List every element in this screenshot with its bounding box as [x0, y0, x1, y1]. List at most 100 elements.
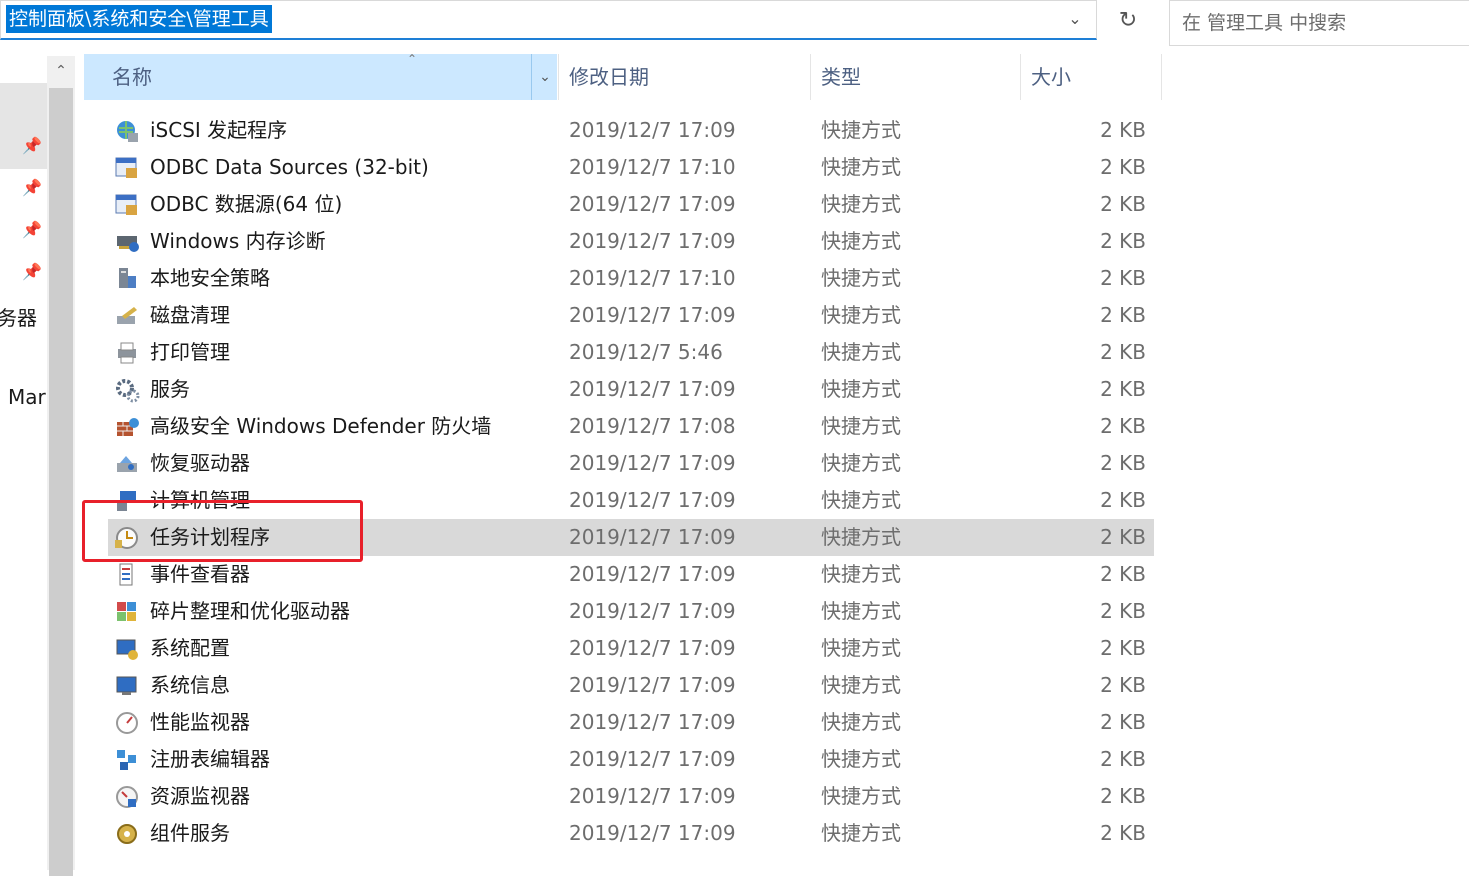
- file-type: 快捷方式: [821, 636, 901, 660]
- file-date: 2019/12/7 17:09: [569, 821, 736, 845]
- file-row[interactable]: 恢复驱动器 2019/12/7 17:09 快捷方式 2 KB: [108, 445, 1154, 482]
- local-security-policy-icon: [114, 266, 140, 292]
- system-config-icon: [114, 636, 140, 662]
- file-date: 2019/12/7 17:09: [569, 525, 736, 549]
- file-row[interactable]: ODBC 数据源(64 位) 2019/12/7 17:09 快捷方式 2 KB: [108, 186, 1154, 223]
- file-name: 计算机管理: [150, 488, 250, 512]
- system-info-icon: [114, 673, 140, 699]
- search-box[interactable]: [1169, 0, 1469, 46]
- file-row[interactable]: 服务 2019/12/7 17:09 快捷方式 2 KB: [108, 371, 1154, 408]
- file-name: 打印管理: [150, 340, 230, 364]
- file-row[interactable]: 注册表编辑器 2019/12/7 17:09 快捷方式 2 KB: [108, 741, 1154, 778]
- file-row[interactable]: 系统配置 2019/12/7 17:09 快捷方式 2 KB: [108, 630, 1154, 667]
- file-type: 快捷方式: [821, 192, 901, 216]
- file-row[interactable]: Windows 内存诊断 2019/12/7 17:09 快捷方式 2 KB: [108, 223, 1154, 260]
- file-size: 2 KB: [1100, 266, 1146, 290]
- file-row[interactable]: 资源监视器 2019/12/7 17:09 快捷方式 2 KB: [108, 778, 1154, 815]
- file-row[interactable]: 碎片整理和优化驱动器 2019/12/7 17:09 快捷方式 2 KB: [108, 593, 1154, 630]
- file-size: 2 KB: [1100, 155, 1146, 179]
- file-row[interactable]: 打印管理 2019/12/7 5:46 快捷方式 2 KB: [108, 334, 1154, 371]
- file-name: 服务: [150, 377, 190, 401]
- file-name: iSCSI 发起程序: [150, 118, 288, 142]
- pin-icon[interactable]: 📌: [22, 262, 42, 282]
- file-row[interactable]: 高级安全 Windows Defender 防火墙 2019/12/7 17:08…: [108, 408, 1154, 445]
- pin-icon[interactable]: 📌: [22, 136, 42, 156]
- address-dropdown-chevron-icon[interactable]: ⌄: [1061, 5, 1089, 33]
- file-size: 2 KB: [1100, 821, 1146, 845]
- file-date: 2019/12/7 17:09: [569, 636, 736, 660]
- computer-management-icon: [114, 488, 140, 514]
- file-row[interactable]: 系统信息 2019/12/7 17:09 快捷方式 2 KB: [108, 667, 1154, 704]
- nav-scrollbar[interactable]: ⌃: [47, 56, 75, 876]
- file-type: 快捷方式: [821, 562, 901, 586]
- column-header-size[interactable]: 大小: [1020, 54, 1162, 100]
- column-filter-chevron-icon[interactable]: ⌄: [531, 54, 558, 100]
- file-row[interactable]: 事件查看器 2019/12/7 17:09 快捷方式 2 KB: [108, 556, 1154, 593]
- file-row[interactable]: 组件服务 2019/12/7 17:09 快捷方式 2 KB: [108, 815, 1154, 852]
- file-name: ODBC 数据源(64 位): [150, 192, 343, 216]
- file-row[interactable]: 性能监视器 2019/12/7 17:09 快捷方式 2 KB: [108, 704, 1154, 741]
- file-list: iSCSI 发起程序 2019/12/7 17:09 快捷方式 2 KB ODBC Da…: [108, 112, 1154, 852]
- firewall-icon: [114, 414, 140, 440]
- file-name: Windows 内存诊断: [150, 229, 326, 253]
- file-row[interactable]: 任务计划程序 2019/12/7 17:09 快捷方式 2 KB: [108, 519, 1154, 556]
- file-type: 快捷方式: [821, 673, 901, 697]
- pin-icon[interactable]: 📌: [22, 220, 42, 240]
- file-type: 快捷方式: [821, 414, 901, 438]
- address-bar[interactable]: 控制面板\系统和安全\管理工具 ⌄: [0, 0, 1097, 40]
- file-date: 2019/12/7 17:09: [569, 303, 736, 327]
- memory-diagnostic-icon: [114, 229, 140, 255]
- file-name: ODBC Data Sources (32-bit): [150, 155, 429, 179]
- search-input[interactable]: [1180, 7, 1464, 39]
- odbc-icon: [114, 155, 140, 181]
- file-row[interactable]: ODBC Data Sources (32-bit) 2019/12/7 17:1…: [108, 149, 1154, 186]
- file-date: 2019/12/7 17:09: [569, 451, 736, 475]
- scrollbar-thumb[interactable]: [49, 88, 73, 876]
- file-name: 磁盘清理: [150, 303, 230, 327]
- file-date: 2019/12/7 17:10: [569, 266, 736, 290]
- scroll-up-arrow-icon[interactable]: ⌃: [47, 56, 75, 86]
- file-size: 2 KB: [1100, 451, 1146, 475]
- file-date: 2019/12/7 17:09: [569, 229, 736, 253]
- column-header-size-label: 大小: [1031, 65, 1071, 89]
- file-type: 快捷方式: [821, 303, 901, 327]
- nav-item-partial-label[interactable]: Mar: [8, 385, 46, 409]
- file-size: 2 KB: [1100, 340, 1146, 364]
- file-name: 碎片整理和优化驱动器: [150, 599, 350, 623]
- file-name: 任务计划程序: [150, 525, 270, 549]
- file-name: 高级安全 Windows Defender 防火墙: [150, 414, 492, 438]
- file-type: 快捷方式: [821, 747, 901, 771]
- task-scheduler-clock-icon: [114, 525, 140, 551]
- pin-icon[interactable]: 📌: [22, 178, 42, 198]
- file-type: 快捷方式: [821, 821, 901, 845]
- event-viewer-icon: [114, 562, 140, 588]
- component-services-icon: [114, 821, 140, 847]
- odbc-icon: [114, 192, 140, 218]
- column-header-type[interactable]: 类型: [810, 54, 1021, 100]
- file-type: 快捷方式: [821, 118, 901, 142]
- refresh-icon[interactable]: ↻: [1108, 3, 1148, 39]
- file-name: 资源监视器: [150, 784, 250, 808]
- file-type: 快捷方式: [821, 710, 901, 734]
- column-header-name[interactable]: 名称 ⌃ ⌄: [84, 52, 558, 100]
- file-row[interactable]: 磁盘清理 2019/12/7 17:09 快捷方式 2 KB: [108, 297, 1154, 334]
- nav-selected-item[interactable]: [0, 83, 47, 169]
- address-path[interactable]: 控制面板\系统和安全\管理工具: [6, 5, 272, 33]
- nav-item-partial-label[interactable]: 务器: [0, 302, 37, 331]
- file-name: 系统配置: [150, 636, 230, 660]
- column-header-date[interactable]: 修改日期: [558, 54, 811, 100]
- file-size: 2 KB: [1100, 599, 1146, 623]
- file-type: 快捷方式: [821, 340, 901, 364]
- resource-monitor-icon: [114, 784, 140, 810]
- file-row[interactable]: 计算机管理 2019/12/7 17:09 快捷方式 2 KB: [108, 482, 1154, 519]
- file-name: 注册表编辑器: [150, 747, 270, 771]
- file-date: 2019/12/7 17:10: [569, 155, 736, 179]
- file-type: 快捷方式: [821, 784, 901, 808]
- file-size: 2 KB: [1100, 673, 1146, 697]
- file-row[interactable]: iSCSI 发起程序 2019/12/7 17:09 快捷方式 2 KB: [108, 112, 1154, 149]
- file-size: 2 KB: [1100, 192, 1146, 216]
- file-type: 快捷方式: [821, 229, 901, 253]
- file-row[interactable]: 本地安全策略 2019/12/7 17:10 快捷方式 2 KB: [108, 260, 1154, 297]
- services-gear-icon: [114, 377, 140, 403]
- file-name: 系统信息: [150, 673, 230, 697]
